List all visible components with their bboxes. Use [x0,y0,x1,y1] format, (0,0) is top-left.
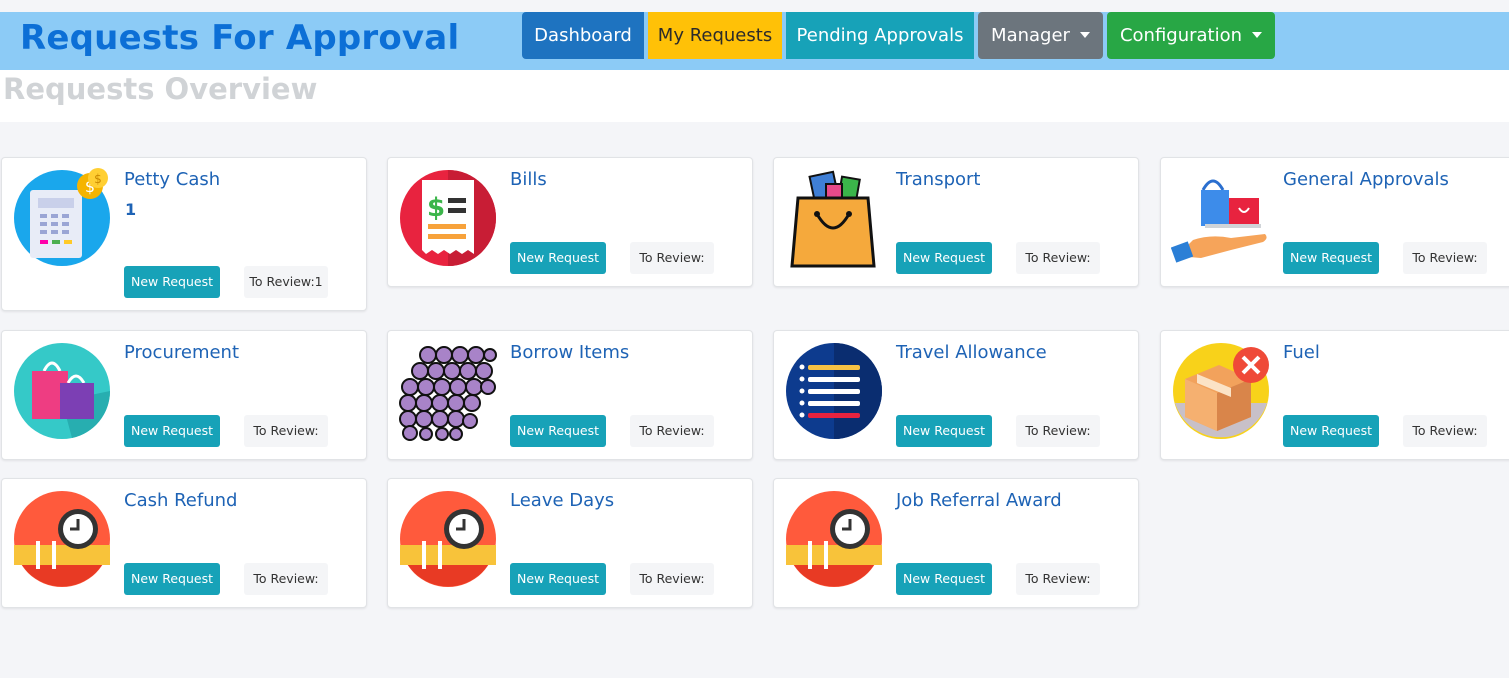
to-review-button[interactable]: To Review:1 [244,266,328,298]
card-title[interactable]: Job Referral Award [896,490,1062,511]
overview-header: Requests Overview [0,70,1509,122]
new-request-button[interactable]: New Request [124,415,220,447]
nav-my-requests-button[interactable]: My Requests [648,12,782,59]
nav-configuration-dropdown[interactable]: Configuration [1107,12,1275,59]
to-review-button[interactable]: To Review: [1016,242,1100,274]
to-review-button[interactable]: To Review: [1403,415,1487,447]
page-title: Requests Overview [3,72,318,106]
to-review-button[interactable]: To Review: [244,563,328,595]
nav-configuration-label: Configuration [1119,25,1243,46]
new-request-button[interactable]: New Request [510,242,606,274]
to-review-button[interactable]: To Review: [630,415,714,447]
request-card-fuel: Fuel New Request To Review: [1160,330,1509,460]
new-request-button[interactable]: New Request [896,242,992,274]
request-card-travel-allowance: Travel Allowance New Request To Review: [773,330,1139,460]
to-review-button[interactable]: To Review: [1016,563,1100,595]
card-title[interactable]: Bills [510,169,547,190]
card-title[interactable]: Leave Days [510,490,614,511]
new-request-button[interactable]: New Request [896,415,992,447]
new-request-button[interactable]: New Request [510,415,606,447]
request-card-bills: $ Bills New Request To Review: [387,157,753,287]
hand-bag-icon [1171,179,1267,263]
clock-icon [14,491,110,587]
request-card-job-referral-award: Job Referral Award New Request To Review… [773,478,1139,608]
nav-pending-approvals-button[interactable]: Pending Approvals [786,12,974,59]
nav-manager-label: Manager [991,25,1070,46]
request-card-procurement: Procurement New Request To Review: [1,330,367,460]
spheres-icon [399,346,497,441]
card-title[interactable]: Cash Refund [124,490,237,511]
app-title[interactable]: Requests For Approval [20,16,459,60]
nav-dashboard-button[interactable]: Dashboard [522,12,644,59]
new-request-button[interactable]: New Request [510,563,606,595]
clock-icon [400,491,496,587]
to-review-button[interactable]: To Review: [1016,415,1100,447]
card-title[interactable]: General Approvals [1283,169,1449,190]
new-request-button[interactable]: New Request [1283,242,1379,274]
card-title[interactable]: Fuel [1283,342,1320,363]
svg-text:$: $ [94,172,102,186]
chevron-down-icon [1252,32,1263,38]
card-count: 1 [125,200,137,219]
request-card-borrow-items: Borrow Items New Request To Review: [387,330,753,460]
shopping-bag-icon [790,170,876,268]
card-title[interactable]: Travel Allowance [896,342,1047,363]
box-cancel-icon [1173,343,1269,439]
bill-icon: $ [400,170,496,266]
card-title[interactable]: Petty Cash [124,169,220,190]
shopping-bags-icon [14,343,111,439]
card-title[interactable]: Borrow Items [510,342,629,363]
receipt-coins-icon: $ $ [14,168,110,266]
clock-icon [786,491,882,587]
card-title[interactable]: Procurement [124,342,239,363]
to-review-button[interactable]: To Review: [630,563,714,595]
card-title[interactable]: Transport [896,169,980,190]
request-card-general-approvals: General Approvals New Request To Review: [1160,157,1509,287]
to-review-button[interactable]: To Review: [630,242,714,274]
new-request-button[interactable]: New Request [1283,415,1379,447]
to-review-button[interactable]: To Review: [1403,242,1487,274]
request-card-leave-days: Leave Days New Request To Review: [387,478,753,608]
svg-text:$: $ [427,193,445,223]
to-review-button[interactable]: To Review: [244,415,328,447]
new-request-button[interactable]: New Request [896,563,992,595]
top-navbar: Requests For Approval Dashboard My Reque… [0,12,1509,70]
request-card-petty-cash: $ $ Petty Cash 1 New Request To Review:1 [1,157,367,311]
request-card-transport: Transport New Request To Review: [773,157,1139,287]
chevron-down-icon [1079,32,1090,38]
new-request-button[interactable]: New Request [124,563,220,595]
request-card-cash-refund: Cash Refund New Request To Review: [1,478,367,608]
nav-manager-dropdown[interactable]: Manager [978,12,1103,59]
new-request-button[interactable]: New Request [124,266,220,298]
list-icon [786,343,882,439]
